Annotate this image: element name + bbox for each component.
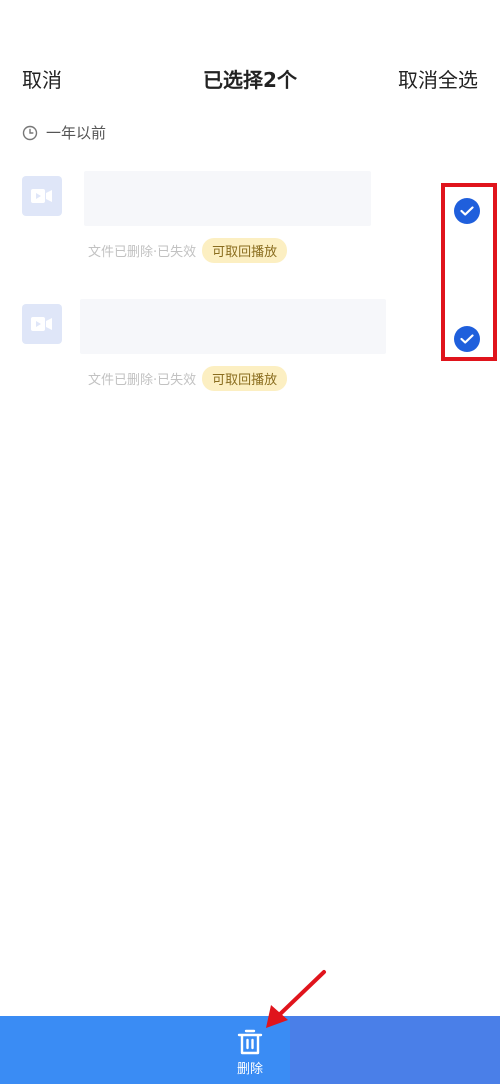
header: 取消 已选择2个 取消全选 bbox=[0, 0, 500, 110]
video-camera-icon bbox=[31, 317, 52, 331]
video-camera-icon bbox=[31, 189, 52, 203]
clock-icon bbox=[22, 125, 38, 140]
section-header: 一年以前 bbox=[22, 122, 106, 143]
checkmark-icon bbox=[460, 334, 474, 344]
item-status: 文件已删除·已失效 bbox=[88, 373, 197, 388]
checkmark-icon bbox=[460, 206, 474, 216]
recoverable-badge: 可取回播放 bbox=[202, 238, 288, 263]
bottom-bar-overlay bbox=[290, 1016, 500, 1084]
item-meta: 文件已删除·已失效 可取回播放 bbox=[88, 366, 288, 391]
delete-button[interactable]: 删除 bbox=[225, 1016, 275, 1084]
item-title bbox=[84, 171, 371, 226]
item-title bbox=[80, 299, 386, 354]
item-status: 文件已删除·已失效 bbox=[88, 245, 197, 260]
page: 取消 已选择2个 取消全选 一年以前 文件已删除·已失效 可取回播放 文件已删除… bbox=[0, 0, 500, 1084]
deselect-all-button[interactable]: 取消全选 bbox=[398, 64, 478, 93]
list-item[interactable]: 文件已删除·已失效 可取回播放 bbox=[0, 171, 500, 286]
list-item[interactable]: 文件已删除·已失效 可取回播放 bbox=[0, 299, 500, 414]
annotation-arrow bbox=[266, 970, 326, 1028]
video-thumbnail bbox=[22, 176, 62, 216]
delete-label: 删除 bbox=[236, 1062, 263, 1077]
section-label: 一年以前 bbox=[46, 124, 107, 142]
item-meta: 文件已删除·已失效 可取回播放 bbox=[88, 238, 288, 263]
selection-checkbox[interactable] bbox=[454, 198, 480, 224]
video-thumbnail bbox=[22, 304, 62, 344]
selection-checkbox[interactable] bbox=[454, 326, 480, 352]
cancel-button[interactable]: 取消 bbox=[22, 64, 62, 93]
recoverable-badge: 可取回播放 bbox=[202, 366, 288, 391]
trash-icon bbox=[237, 1029, 263, 1055]
